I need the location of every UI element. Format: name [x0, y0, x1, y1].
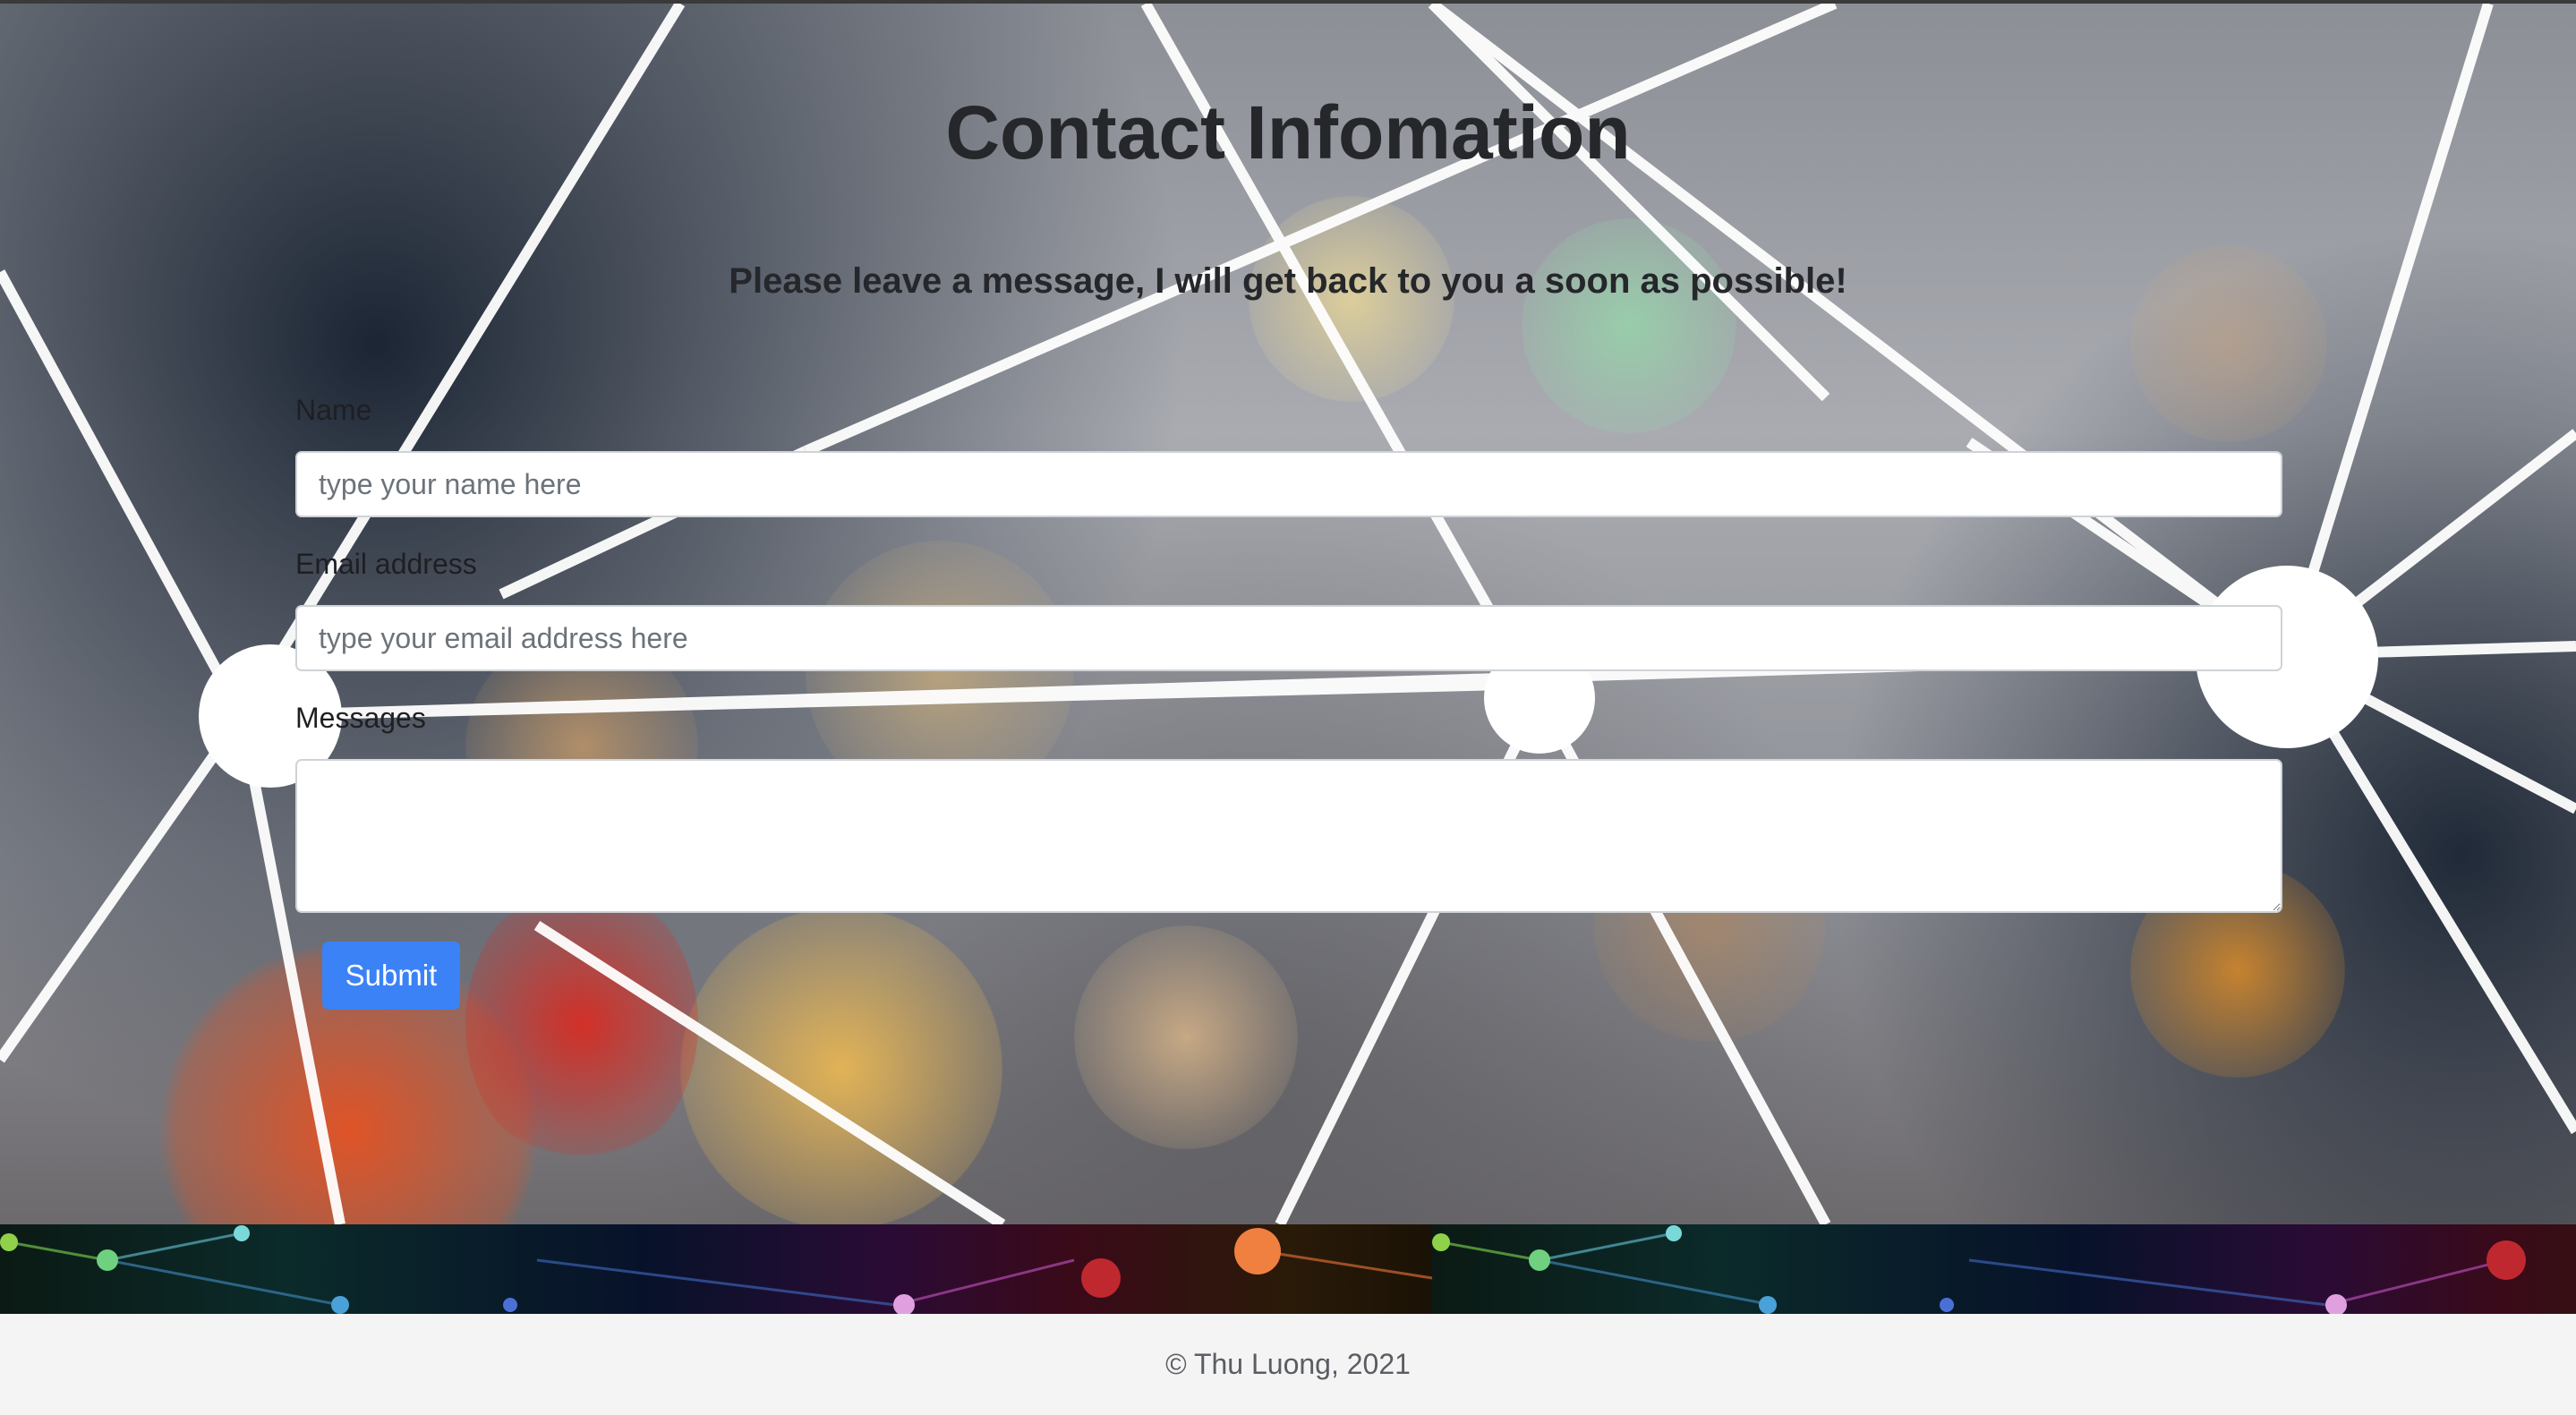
decorative-banner — [0, 1224, 2576, 1314]
page-subtitle: Please leave a message, I will get back … — [729, 261, 1847, 301]
messages-label: Messages — [295, 702, 426, 734]
messages-textarea[interactable] — [295, 759, 2282, 913]
submit-button[interactable]: Submit — [322, 942, 460, 1010]
banner-network-graphic — [0, 1225, 2526, 1314]
footer: © Thu Luong, 2021 — [0, 1314, 2576, 1415]
email-label: Email address — [295, 548, 477, 580]
name-label: Name — [295, 394, 372, 426]
email-input[interactable] — [295, 605, 2282, 671]
page-title: Contact Infomation — [945, 90, 1631, 175]
copyright-text: © Thu Luong, 2021 — [1165, 1348, 1411, 1380]
name-input[interactable] — [295, 451, 2282, 517]
